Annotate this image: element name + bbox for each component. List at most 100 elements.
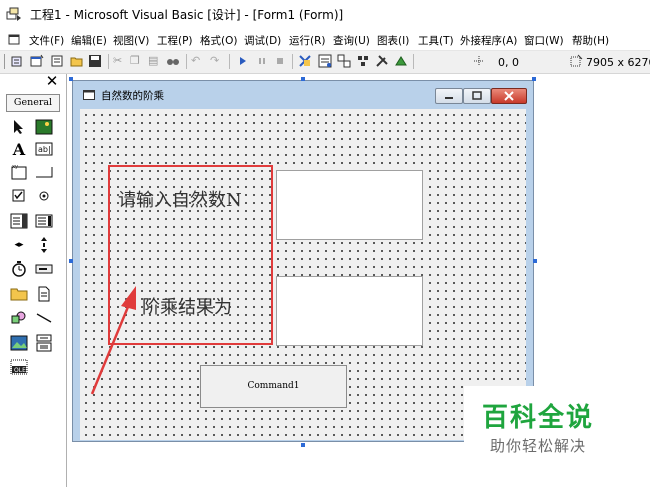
svg-text:OLE: OLE	[14, 367, 26, 374]
pointer-tool[interactable]	[8, 116, 30, 138]
menu-window[interactable]: 窗口(W)	[524, 33, 564, 48]
save-project-icon[interactable]	[88, 54, 102, 68]
resize-handle-tr[interactable]	[532, 77, 536, 81]
properties-window-icon[interactable]	[318, 54, 332, 68]
menu-format[interactable]: 格式(O)	[200, 33, 237, 48]
picturebox-tool[interactable]	[33, 116, 55, 138]
label-tool[interactable]: A	[8, 138, 30, 160]
frame-icon: xy	[11, 164, 27, 180]
input-n-textbox[interactable]	[276, 170, 423, 240]
image-icon	[10, 335, 28, 351]
vb-app-icon	[6, 7, 21, 21]
folder-icon	[10, 288, 28, 301]
dirlistbox-tool[interactable]	[8, 283, 30, 305]
vscrollbar-tool[interactable]	[33, 234, 55, 256]
command1-button[interactable]: Command1	[200, 365, 347, 408]
resize-handle-bottom[interactable]	[301, 443, 305, 447]
find-icon[interactable]	[166, 54, 180, 68]
menu-edit[interactable]: 编辑(E)	[71, 33, 107, 48]
shape-tool[interactable]	[8, 307, 30, 329]
resize-handle-top[interactable]	[301, 77, 305, 81]
close-button[interactable]	[491, 88, 527, 104]
standard-toolbar: ✂ ❐ ▤ ↶ ↷ 0, 0 7905 x 6270	[0, 51, 650, 74]
drive-icon	[35, 264, 53, 274]
menu-debug[interactable]: 调试(D)	[244, 33, 281, 48]
resize-handle-left[interactable]	[69, 259, 73, 263]
line-icon	[36, 313, 52, 323]
commandbutton-icon	[36, 167, 53, 178]
image-tool[interactable]	[8, 332, 30, 354]
close-icon	[504, 91, 514, 101]
ole-tool[interactable]: OLE	[8, 356, 30, 378]
toolbox-icon[interactable]	[375, 54, 389, 68]
redo-icon[interactable]: ↷	[210, 54, 224, 68]
form-position: 0, 0	[498, 56, 519, 69]
menu-addins[interactable]: 外接程序(A)	[460, 33, 517, 48]
watermark: 百科全说 助你轻松解决	[464, 386, 640, 482]
minimize-icon	[445, 97, 453, 99]
line-tool[interactable]	[33, 307, 55, 329]
undo-icon[interactable]: ↶	[191, 54, 205, 68]
combobox-tool[interactable]	[8, 210, 30, 232]
data-tool[interactable]	[33, 332, 55, 354]
cut-icon[interactable]: ✂	[113, 54, 127, 68]
listbox-icon	[35, 214, 53, 228]
data-icon	[36, 334, 52, 352]
start-icon[interactable]	[236, 54, 250, 68]
filelistbox-tool[interactable]	[33, 283, 55, 305]
break-icon[interactable]	[255, 54, 269, 68]
result-textbox[interactable]	[276, 276, 423, 346]
object-browser-icon[interactable]	[356, 54, 370, 68]
hscrollbar-tool[interactable]: ◂▸	[8, 234, 30, 256]
toolbox-general-tab[interactable]: General	[6, 94, 60, 112]
menu-view[interactable]: 视图(V)	[113, 33, 149, 48]
open-project-icon[interactable]	[70, 54, 84, 68]
checkbox-tool[interactable]	[8, 185, 30, 207]
paste-icon[interactable]: ▤	[148, 54, 162, 68]
form-title-bar[interactable]: 自然数的阶乘	[73, 81, 533, 107]
menu-query[interactable]: 查询(U)	[333, 33, 370, 48]
listbox-tool[interactable]	[33, 210, 55, 232]
combobox-icon	[10, 213, 28, 229]
menu-diagram[interactable]: 图表(I)	[377, 33, 409, 48]
menu-editor-icon[interactable]	[50, 54, 64, 68]
annotation-arrow	[90, 286, 136, 395]
watermark-subtitle: 助你轻松解决	[490, 437, 587, 455]
optionbutton-tool[interactable]	[33, 185, 55, 207]
window-title: 工程1 - Microsoft Visual Basic [设计] - [For…	[30, 8, 344, 22]
project-explorer-icon[interactable]	[298, 54, 312, 68]
form-layout-icon[interactable]	[337, 54, 351, 68]
file-icon	[38, 286, 50, 302]
maximize-button[interactable]	[463, 88, 491, 104]
position-icon	[474, 56, 484, 66]
add-form-icon[interactable]	[30, 54, 44, 68]
svg-text:xy: xy	[12, 164, 18, 170]
menu-run[interactable]: 运行(R)	[289, 33, 326, 48]
optionbutton-icon	[39, 191, 49, 201]
copy-icon[interactable]: ❐	[130, 54, 144, 68]
menu-file[interactable]: 文件(F)	[29, 33, 64, 48]
menu-project[interactable]: 工程(P)	[157, 33, 193, 48]
timer-tool[interactable]	[8, 258, 30, 280]
end-icon[interactable]	[273, 54, 287, 68]
menu-tools[interactable]: 工具(T)	[418, 33, 454, 48]
form-size: 7905 x 6270	[586, 56, 650, 69]
form-small-icon	[8, 34, 20, 45]
drivelistbox-tool[interactable]	[33, 258, 55, 280]
frame-tool[interactable]: xy	[8, 161, 30, 183]
resize-handle-right[interactable]	[533, 259, 537, 263]
watermark-title: 百科全说	[482, 403, 595, 433]
resize-handle-tl[interactable]	[69, 77, 73, 81]
vscrollbar-icon	[41, 237, 47, 253]
menu-help[interactable]: 帮助(H)	[572, 33, 609, 48]
maximize-icon	[472, 91, 482, 100]
textbox-icon: ab|	[35, 142, 53, 156]
menu-bar: 文件(F) 编辑(E) 视图(V) 工程(P) 格式(O) 调试(D) 运行(R…	[0, 28, 650, 51]
add-project-icon[interactable]	[10, 54, 24, 68]
data-view-icon[interactable]	[394, 54, 408, 68]
textbox-tool[interactable]: ab|	[33, 138, 55, 160]
toolbox-close-button[interactable]: ✕	[44, 74, 60, 90]
minimize-button[interactable]	[435, 88, 463, 104]
commandbutton-tool[interactable]	[33, 161, 55, 183]
checkbox-icon	[12, 189, 25, 202]
